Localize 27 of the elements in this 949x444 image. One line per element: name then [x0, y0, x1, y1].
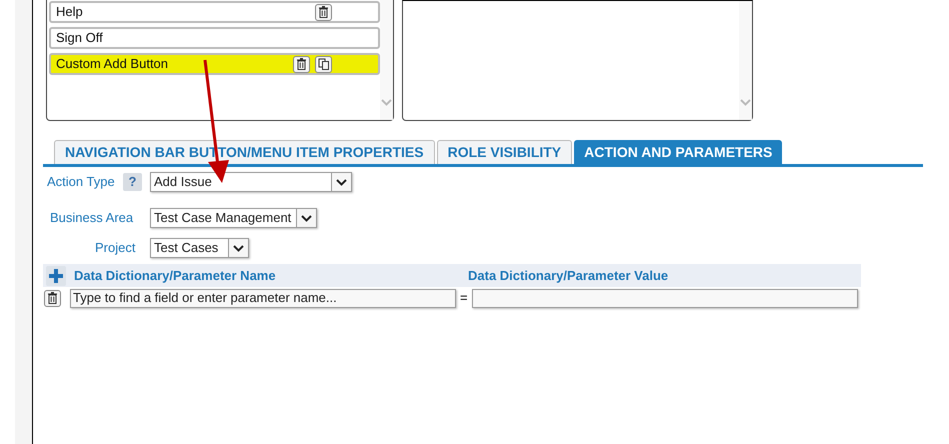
copy-icon[interactable]	[315, 56, 332, 72]
menu-button-item[interactable]: Custom Add Button	[49, 53, 380, 75]
chevron-down-icon	[740, 99, 751, 106]
column-header: Data Dictionary/Parameter Value	[468, 266, 668, 285]
dropdown[interactable]: Test Cases	[150, 238, 249, 258]
add-icon[interactable]	[46, 266, 66, 286]
chevron-down-icon	[301, 214, 312, 222]
chevron-down-icon	[381, 99, 392, 106]
parameter-name-field[interactable]: Type to find a field or enter parameter name...	[70, 288, 456, 308]
menu-button-item[interactable]: Help	[49, 1, 380, 23]
parameter-value-field[interactable]	[472, 288, 858, 308]
trash-icon[interactable]	[44, 290, 61, 306]
field-label: Business Area	[49, 209, 134, 228]
chevron-down-icon	[233, 244, 244, 252]
equals-sign: =	[460, 289, 468, 308]
chevron-down-icon	[336, 178, 347, 186]
help-icon[interactable]: ?	[123, 173, 142, 191]
dropdown[interactable]: Test Case Management	[150, 208, 317, 228]
field-label: Action Type	[47, 173, 116, 192]
field-label: Project	[94, 239, 136, 258]
menu-button-item[interactable]: Sign Off	[49, 27, 380, 49]
trash-icon[interactable]	[293, 56, 310, 72]
tab[interactable]: ROLE VISIBILITY	[436, 140, 572, 164]
column-header: Data Dictionary/Parameter Name	[73, 266, 277, 285]
tab[interactable]: ACTION AND PARAMETERS	[574, 140, 782, 164]
trash-icon[interactable]	[315, 4, 332, 20]
dropdown[interactable]: Add Issue	[150, 172, 352, 192]
